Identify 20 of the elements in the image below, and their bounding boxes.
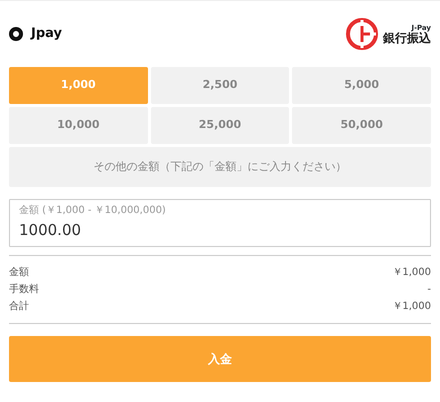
logo-text: 銀行振込 xyxy=(383,32,431,44)
deposit-button[interactable]: 入金 xyxy=(9,336,431,382)
summary-label: 金額 xyxy=(9,266,29,280)
other-amount-option[interactable]: その他の金額（下記の「金額」にご入力ください） xyxy=(9,147,431,187)
amount-option[interactable]: 10,000 xyxy=(9,107,148,144)
summary-label: 手数料 xyxy=(9,282,39,297)
logo-icon xyxy=(345,17,379,51)
summary-value: ￥1,000 xyxy=(392,300,431,314)
amount-option[interactable]: 2,500 xyxy=(150,67,290,104)
field-label: 金額 (￥1,000 - ￥10,000,000) xyxy=(19,204,167,218)
amount-option[interactable]: 25,000 xyxy=(150,107,290,144)
amount-option[interactable]: 1,000 xyxy=(9,67,148,104)
amount-option[interactable]: 50,000 xyxy=(292,107,431,144)
payment-method-label: Jpay xyxy=(31,25,62,44)
summary-value: - xyxy=(427,283,431,297)
amount-option[interactable]: 5,000 xyxy=(292,67,431,104)
radio-button[interactable] xyxy=(9,27,23,41)
summary-value: ￥1,000 xyxy=(392,266,431,280)
summary-label: 合計 xyxy=(9,300,29,314)
amount-field[interactable]: 金額 (￥1,000 - ￥10,000,000) 1000.00 xyxy=(9,199,431,247)
